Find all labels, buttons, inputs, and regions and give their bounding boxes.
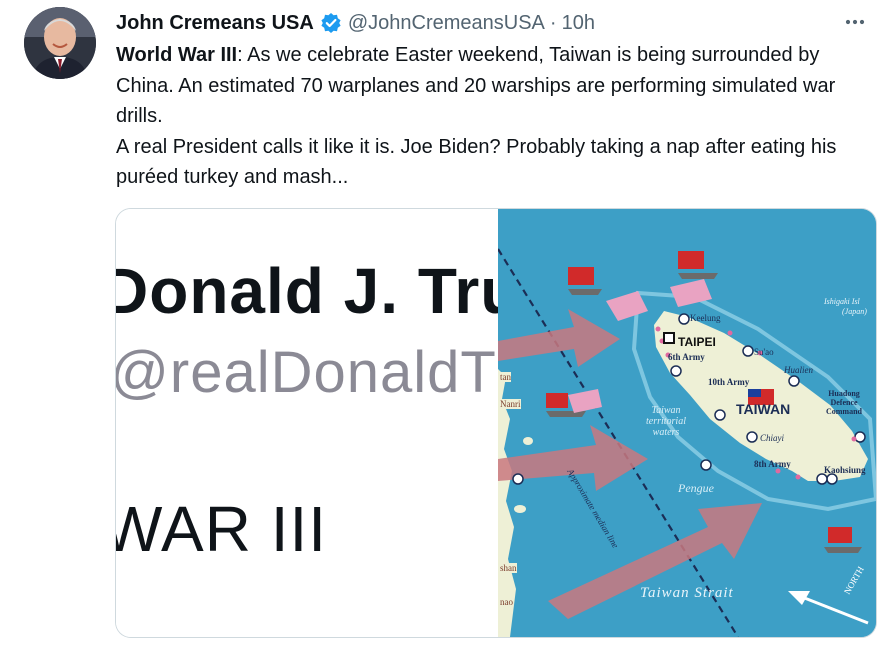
map-label-territorial-waters: Taiwan territorial waters <box>645 405 686 438</box>
separator-dot: · <box>549 11 557 34</box>
tweet-timestamp[interactable]: 10h <box>562 12 595 35</box>
tweet-line-2: A real President calls it like it is. Jo… <box>116 135 837 189</box>
image-text-line-1: Donald J. Tru <box>116 255 498 327</box>
map-label-10th-army: 10th Army <box>708 377 750 387</box>
media-image-right-map[interactable]: TAIPEI Keelung Su'ao 6th Army 10th Army … <box>498 209 876 637</box>
map-label-taiwan: TAIWAN <box>736 401 791 417</box>
media-image-left[interactable]: Donald J. Tru @realDonaldTr WAR III <box>116 209 498 637</box>
map-label-6th-army: 6th Army <box>668 352 705 362</box>
map-label-taipei: TAIPEI <box>678 335 716 349</box>
verified-badge-icon <box>320 12 342 34</box>
map-label-8th-army: 8th Army <box>754 459 791 469</box>
map-label-keelung: Keelung <box>690 313 721 323</box>
map-label-nanri: Nanri <box>500 399 521 409</box>
tweet[interactable]: John Cremeans USA @JohnCremeansUSA · 10h… <box>0 0 881 649</box>
map-label-tan: tan <box>500 372 511 382</box>
map-label-shan: shan <box>500 563 517 573</box>
map-label-suao: Su'ao <box>754 347 774 357</box>
map-label-nao: nao <box>500 597 513 607</box>
map-label-chiayi: Chiayi <box>760 433 784 443</box>
map-label-japan: (Japan) <box>842 307 867 316</box>
tweet-paragraph-1: World War III: As we celebrate Easter we… <box>116 40 856 132</box>
author-name[interactable]: John Cremeans USA <box>116 12 314 35</box>
map-label-hualien: Hualien <box>784 365 813 375</box>
map-label-taiwan-strait: Taiwan Strait <box>640 585 734 601</box>
avatar[interactable] <box>24 7 96 79</box>
tweet-header: John Cremeans USA @JohnCremeansUSA · 10h <box>116 9 595 37</box>
tweet-bold-prefix: World War III <box>116 44 238 66</box>
map-label-ishigaki: Ishigaki Isl <box>824 297 860 306</box>
map-label-huadong: Huadong Defence Command <box>825 389 862 416</box>
map-label-pengue: Pengue <box>678 481 714 495</box>
image-text-line-3: WAR III <box>116 493 328 565</box>
more-horizontal-icon[interactable] <box>841 10 869 34</box>
author-handle[interactable]: @JohnCremeansUSA <box>348 12 545 35</box>
tweet-media[interactable]: Donald J. Tru @realDonaldTr WAR III TAIP… <box>115 208 877 638</box>
tweet-text: World War III: As we celebrate Easter we… <box>116 40 856 193</box>
map-label-kaohsiung: Kaohsiung <box>824 465 866 475</box>
image-text-line-2: @realDonaldTr <box>116 340 498 405</box>
